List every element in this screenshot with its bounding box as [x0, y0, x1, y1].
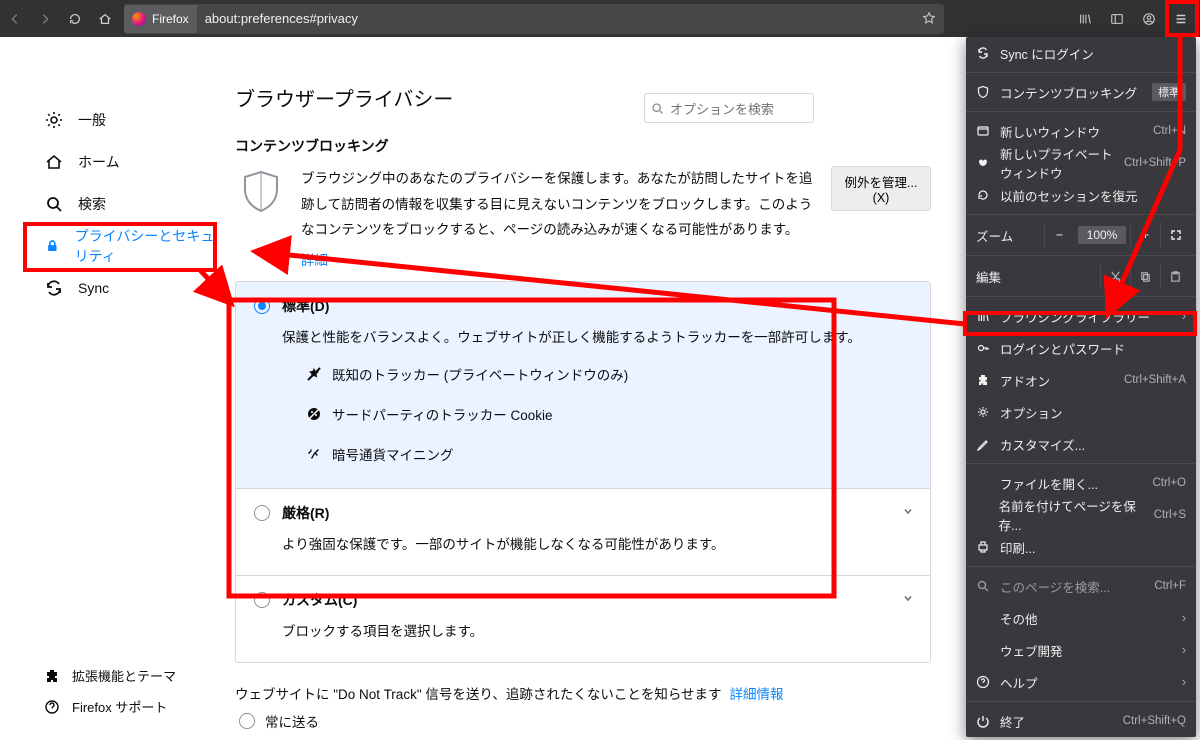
menu-new-window[interactable]: 新しいウィンドウCtrl+N — [966, 115, 1196, 147]
category-home[interactable]: ホーム — [0, 141, 225, 183]
content-blocking-description: ブラウジング中のあなたのプライバシーを保護します。あなたが訪問したサイトを追跡し… — [301, 166, 817, 243]
strict-title: 厳格(R) — [282, 503, 329, 523]
menu-open-file[interactable]: ファイルを開く...Ctrl+O — [966, 467, 1196, 499]
hamburger-menu-panel: Sync にログイン コンテンツブロッキング標準 新しいウィンドウCtrl+N … — [966, 37, 1196, 737]
forward-button[interactable] — [30, 4, 60, 34]
menu-addons[interactable]: アドオンCtrl+Shift+A — [966, 364, 1196, 396]
category-list: 一般 ホーム 検索 プライバシーとセキュリティ Sync — [0, 37, 225, 740]
dnt-more-link[interactable]: 詳細情報 — [730, 683, 784, 703]
menu-new-private-window[interactable]: 新しいプライベートウィンドウCtrl+Shift+P — [966, 147, 1196, 179]
search-placeholder: オプションを検索 — [670, 99, 774, 118]
url-bar[interactable]: Firefox about:preferences#privacy — [124, 4, 944, 34]
custom-title: カスタム(C) — [282, 590, 357, 610]
menu-zoom-row: ズーム − 100% + — [966, 218, 1196, 252]
menu-library[interactable]: ブラウジングライブラリー› — [966, 300, 1196, 332]
dnt-text: ウェブサイトに "Do Not Track" 信号を送り、追跡されたくないことを… — [235, 683, 722, 703]
library-toolbar-button[interactable] — [1070, 4, 1100, 34]
menu-save-as[interactable]: 名前を付けてページを保存...Ctrl+S — [966, 499, 1196, 531]
sidebar-toolbar-button[interactable] — [1102, 4, 1132, 34]
standard-title: 標準(D) — [282, 296, 329, 316]
category-general[interactable]: 一般 — [0, 99, 225, 141]
reload-button[interactable] — [60, 4, 90, 34]
strict-chevron-icon — [902, 505, 914, 520]
dnt-always-radio[interactable] — [239, 713, 255, 729]
hamburger-menu-button[interactable] — [1166, 4, 1196, 34]
standard-item-cookies: サードパーティのトラッカー Cookie — [306, 394, 912, 434]
custom-chevron-icon — [902, 592, 914, 607]
page-title: ブラウザープライバシー — [235, 83, 931, 112]
standard-item-trackers: 既知のトラッカー (プライベートウィンドウのみ) — [306, 354, 912, 394]
menu-sync[interactable]: Sync にログイン — [966, 37, 1196, 69]
strict-subtitle: より強固な保護です。一部のサイトが機能しなくなる可能性があります。 — [282, 533, 912, 553]
menu-more[interactable]: その他› — [966, 602, 1196, 634]
browser-toolbar: Firefox about:preferences#privacy — [0, 0, 1200, 37]
account-toolbar-button[interactable] — [1134, 4, 1164, 34]
menu-restore-session[interactable]: 以前のセッションを復元 — [966, 179, 1196, 211]
standard-radio[interactable] — [254, 298, 270, 314]
menu-quit[interactable]: 終了Ctrl+Shift+Q — [966, 705, 1196, 737]
chevron-right-icon: › — [1182, 309, 1186, 323]
search-icon — [651, 102, 664, 115]
menu-options[interactable]: オプション — [966, 396, 1196, 428]
manage-exceptions-button[interactable]: 例外を管理...(X) — [831, 166, 931, 211]
menu-edit-row: 編集 — [966, 259, 1196, 293]
main-content: ブラウザープライバシー コンテンツブロッキング ブラウジング中のあなたのプライバ… — [225, 37, 965, 740]
strict-radio[interactable] — [254, 505, 270, 521]
shield-icon — [235, 166, 287, 218]
paste-button[interactable] — [1160, 263, 1190, 289]
menu-content-blocking[interactable]: コンテンツブロッキング標準 — [966, 76, 1196, 108]
cut-button[interactable] — [1100, 263, 1130, 289]
standard-subtitle: 保護と性能をバランスよく。ウェブサイトが正しく機能するようトラッカーを一部許可し… — [282, 326, 912, 346]
site-identity[interactable]: Firefox — [124, 5, 197, 33]
standard-card[interactable]: 標準(D) 保護と性能をバランスよく。ウェブサイトが正しく機能するようトラッカー… — [236, 282, 930, 489]
copy-button[interactable] — [1130, 263, 1160, 289]
content-blocking-heading: コンテンツブロッキング — [235, 136, 931, 156]
blocking-level-cards: 標準(D) 保護と性能をバランスよく。ウェブサイトが正しく機能するようトラッカー… — [235, 281, 931, 663]
category-sync[interactable]: Sync — [0, 267, 225, 309]
menu-find[interactable]: このページを検索...Ctrl+F — [966, 570, 1196, 602]
standard-item-cryptominers: 暗号通貨マイニング — [306, 434, 912, 474]
category-privacy[interactable]: プライバシーとセキュリティ — [0, 225, 225, 267]
bottom-links: 拡張機能とテーマ Firefox サポート — [0, 660, 225, 722]
menu-help[interactable]: ヘルプ› — [966, 666, 1196, 698]
zoom-out-button[interactable]: − — [1044, 222, 1074, 248]
fullscreen-button[interactable] — [1160, 222, 1190, 248]
category-search[interactable]: 検索 — [0, 183, 225, 225]
cb-level-badge: 標準 — [1152, 83, 1186, 101]
custom-radio[interactable] — [254, 592, 270, 608]
custom-card[interactable]: カスタム(C) ブロックする項目を選択します。 — [236, 576, 930, 662]
menu-webdeveloper[interactable]: ウェブ開発› — [966, 634, 1196, 666]
zoom-percent: 100% — [1078, 226, 1126, 244]
extensions-themes-link[interactable]: 拡張機能とテーマ — [0, 660, 225, 691]
preferences-search-input[interactable]: オプションを検索 — [644, 93, 814, 123]
menu-logins[interactable]: ログインとパスワード — [966, 332, 1196, 364]
firefox-logo-icon — [132, 12, 146, 26]
strict-card[interactable]: 厳格(R) より強固な保護です。一部のサイトが機能しなくなる可能性があります。 — [236, 489, 930, 576]
menu-print[interactable]: 印刷... — [966, 531, 1196, 563]
detail-link[interactable]: 詳細 — [301, 253, 328, 268]
home-button[interactable] — [90, 4, 120, 34]
menu-customize[interactable]: カスタマイズ... — [966, 428, 1196, 460]
custom-subtitle: ブロックする項目を選択します。 — [282, 620, 912, 640]
bookmark-star-icon[interactable] — [922, 11, 936, 30]
dnt-always-label: 常に送る — [265, 711, 319, 731]
zoom-in-button[interactable]: + — [1130, 222, 1160, 248]
back-button[interactable] — [0, 4, 30, 34]
identity-label: Firefox — [152, 12, 189, 26]
url-text: about:preferences#privacy — [205, 11, 358, 26]
firefox-support-link[interactable]: Firefox サポート — [0, 691, 225, 722]
